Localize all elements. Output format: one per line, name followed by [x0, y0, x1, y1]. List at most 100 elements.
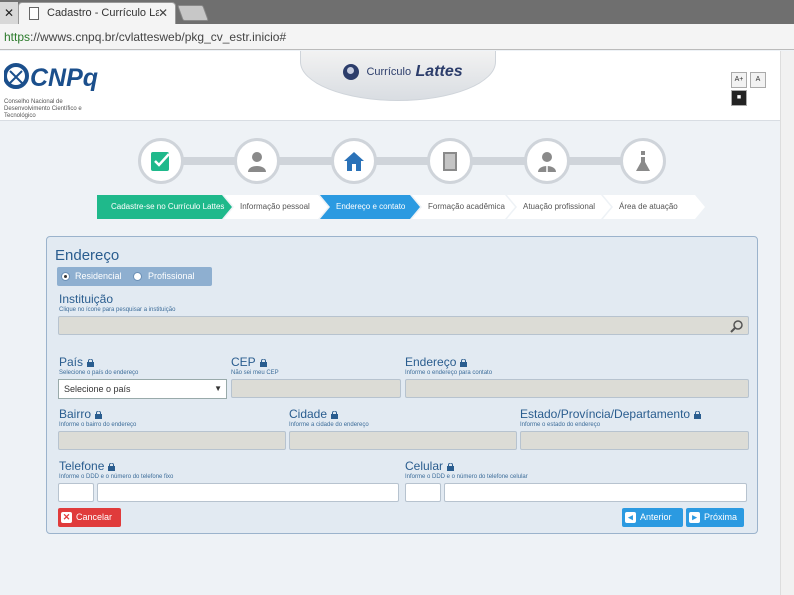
lock-icon — [108, 462, 116, 471]
celular-hint: Informe o DDD e o número do telefone cel… — [405, 474, 528, 480]
logo-subtitle: Conselho Nacional de Desenvolvimento Cie… — [4, 99, 82, 119]
cidade-label-text: Cidade — [289, 407, 328, 421]
telefone-label: Telefone — [59, 459, 116, 473]
endereco-field[interactable] — [405, 379, 749, 398]
cancel-button[interactable]: ✕ Cancelar — [58, 508, 121, 527]
radio-profissional-label[interactable]: Profissional — [148, 271, 195, 281]
search-icon[interactable] — [730, 319, 744, 333]
url-text[interactable]: https://wwws.cnpq.br/cvlattesweb/pkg_cv_… — [4, 30, 286, 44]
new-tab-button[interactable] — [177, 5, 209, 21]
bairro-field[interactable] — [58, 431, 286, 450]
radio-residencial[interactable] — [61, 272, 70, 281]
instituicao-field[interactable] — [58, 316, 749, 335]
cep-label: CEP — [231, 355, 267, 369]
scrollbar[interactable] — [780, 51, 794, 595]
font-size-controls: A+ A■ — [731, 72, 780, 108]
celular-number-field[interactable] — [444, 483, 747, 502]
address-form-panel: Endereço Residencial Profissional Instit… — [46, 236, 758, 534]
breadcrumb-endereco[interactable]: Endereço e contato — [320, 195, 420, 219]
steps-connector — [155, 157, 645, 165]
pais-hint: Selecione o país do endereço — [59, 370, 139, 376]
arrow-right-icon: ▸ — [689, 512, 700, 523]
lock-icon — [259, 358, 267, 367]
lock-icon — [95, 410, 103, 419]
browser-tabbar: ✕ Cadastro - Currículo Lattes ✕ — [0, 0, 794, 24]
bairro-label-text: Bairro — [59, 407, 92, 421]
url-scheme: https — [4, 30, 31, 44]
step-endereco[interactable] — [331, 138, 377, 184]
next-button-label: Próxima — [704, 512, 738, 522]
cep-hint-link[interactable]: Não sei meu CEP — [231, 370, 279, 376]
pais-select[interactable]: Selecione o país ▼ — [58, 379, 227, 399]
url-path: ://wwws.cnpq.br/cvlattesweb/pkg_cv_estr.… — [30, 30, 287, 44]
instituicao-hint: Clique no ícone para pesquisar a institu… — [59, 307, 176, 313]
chevron-down-icon: ▼ — [214, 384, 222, 393]
home-icon — [344, 152, 364, 171]
book-icon — [443, 152, 457, 171]
radio-residencial-label[interactable]: Residencial — [75, 271, 122, 281]
celular-label-text: Celular — [405, 459, 444, 473]
lock-icon — [694, 410, 702, 419]
breadcrumb-atuacao-profissional[interactable]: Atuação profissional — [507, 195, 611, 219]
page-header: CNPq Conselho Nacional de Desenvolviment… — [0, 51, 780, 121]
step-atuacao-profissional[interactable] — [524, 138, 570, 184]
normal-font-button[interactable]: A — [750, 72, 766, 88]
address-type-radio-group: Residencial Profissional — [57, 267, 212, 286]
pais-select-value: Selecione o país — [64, 384, 131, 394]
telefone-hint: Informe o DDD e o número do telefone fix… — [59, 474, 174, 480]
high-contrast-button[interactable]: ■ — [731, 90, 747, 106]
previous-button[interactable]: ◂ Anterior — [622, 508, 683, 527]
address-bar[interactable]: https://wwws.cnpq.br/cvlattesweb/pkg_cv_… — [0, 24, 794, 50]
celular-label: Celular — [405, 459, 455, 473]
checklist-icon — [151, 152, 170, 171]
telefone-number-field[interactable] — [97, 483, 399, 502]
lock-icon — [331, 410, 339, 419]
banner-small-text: Currículo — [366, 66, 412, 78]
document-icon — [29, 7, 39, 20]
cnpq-logo[interactable]: CNPq Conselho Nacional de Desenvolviment… — [4, 61, 100, 119]
next-button[interactable]: ▸ Próxima — [686, 508, 744, 527]
tab-title: Cadastro - Currículo Lattes — [47, 7, 159, 19]
increase-font-button[interactable]: A+ — [731, 72, 747, 88]
logo-text: CNPq — [30, 64, 99, 92]
lock-icon — [447, 462, 455, 471]
celular-ddd-field[interactable] — [405, 483, 441, 502]
cnpq-logo-icon — [4, 63, 29, 89]
estado-label-text: Estado/Província/Departamento — [520, 407, 691, 421]
telefone-ddd-field[interactable] — [58, 483, 94, 502]
flask-icon — [636, 151, 650, 171]
cancel-button-label: Cancelar — [76, 512, 113, 522]
lock-icon — [87, 358, 95, 367]
tab-close-icon[interactable]: ✕ — [0, 2, 18, 24]
browser-tab[interactable]: Cadastro - Currículo Lattes ✕ — [18, 2, 176, 24]
cidade-field[interactable] — [289, 431, 517, 450]
cidade-hint: Informe a cidade do endereço — [289, 422, 369, 428]
close-icon: ✕ — [61, 512, 72, 523]
bairro-hint: Informe o bairro do endereço — [59, 422, 137, 428]
bairro-label: Bairro — [59, 407, 103, 421]
cep-label-text: CEP — [231, 355, 256, 369]
radio-profissional[interactable] — [133, 272, 142, 281]
step-formacao[interactable] — [427, 138, 473, 184]
breadcrumb-cadastro[interactable]: Cadastre-se no Currículo Lattes — [97, 195, 232, 219]
estado-hint: Informe o estado do endereço — [520, 422, 601, 428]
endereco-label: Endereço — [405, 355, 468, 369]
instituicao-label: Instituição — [59, 292, 113, 306]
breadcrumb-formacao[interactable]: Formação acadêmica — [412, 195, 515, 219]
person-icon — [248, 152, 266, 172]
close-tab-icon[interactable]: ✕ — [158, 6, 168, 20]
curriculo-lattes-banner: Currículo Lattes — [300, 51, 496, 101]
estado-field[interactable] — [520, 431, 749, 450]
step-cadastro[interactable] — [138, 138, 184, 184]
cidade-label: Cidade — [289, 407, 339, 421]
previous-button-label: Anterior — [640, 512, 672, 522]
breadcrumb-informacao-pessoal[interactable]: Informação pessoal — [224, 195, 328, 219]
estado-label: Estado/Província/Departamento — [520, 407, 702, 421]
step-informacao-pessoal[interactable] — [234, 138, 280, 184]
telefone-label-text: Telefone — [59, 459, 105, 473]
cep-field[interactable] — [231, 379, 401, 398]
breadcrumb-area-atuacao[interactable]: Área de atuação — [603, 195, 705, 219]
step-area-atuacao[interactable] — [620, 138, 666, 184]
endereco-hint: Informe o endereço para contato — [405, 370, 493, 376]
instituicao-label-text: Instituição — [59, 292, 114, 306]
